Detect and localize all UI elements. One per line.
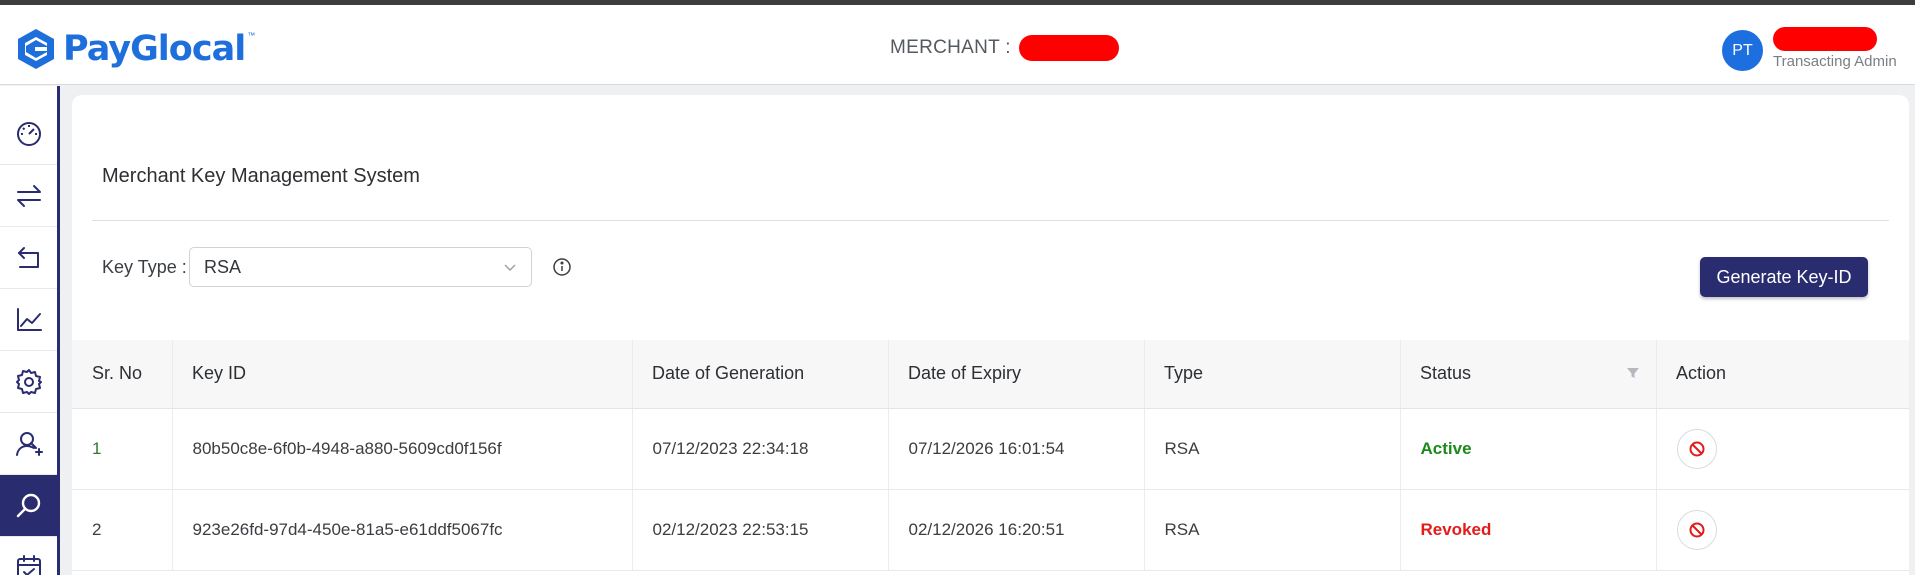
- cell-action: [1655, 408, 1909, 490]
- user-management-icon: [15, 431, 43, 456]
- avatar[interactable]: PT: [1722, 30, 1763, 71]
- sidebar-item-refunds[interactable]: [0, 227, 57, 289]
- column-header-key-id: Key ID: [172, 340, 632, 409]
- key-type-label: Key Type :: [102, 257, 187, 277]
- brand-name: PayGlocal: [63, 29, 246, 69]
- column-header-action: Action: [1656, 340, 1909, 409]
- merchant-indicator: MERCHANT :: [890, 35, 1119, 61]
- settings-gear-icon: [15, 368, 42, 395]
- column-header-date-of-expiry: Date of Expiry: [888, 340, 1144, 409]
- payglocal-logo-icon: [18, 29, 54, 69]
- column-header-sr-no: Sr. No: [72, 340, 172, 409]
- filter-icon[interactable]: [1626, 366, 1640, 380]
- brand-trademark: ™: [247, 31, 256, 40]
- cell-sr-no: 2: [72, 489, 172, 571]
- sidebar-item-dashboard[interactable]: [0, 103, 57, 165]
- cell-key-id: 923e26fd-97d4-450e-81a5-e61ddf5067fc: [171, 489, 632, 571]
- dashboard-gauge-icon: [16, 121, 41, 146]
- cell-type: RSA: [1143, 489, 1400, 571]
- merchant-label: MERCHANT :: [890, 37, 1011, 58]
- title-divider: [92, 220, 1889, 221]
- cell-date-of-generation: 07/12/2023 22:34:18: [631, 408, 888, 490]
- cell-action: [1655, 489, 1909, 571]
- info-icon[interactable]: [552, 257, 572, 277]
- user-info: Transacting Admin: [1773, 27, 1897, 70]
- keys-table: Sr. No Key ID Date of Generation Date of…: [72, 340, 1909, 571]
- analytics-chart-icon: [16, 307, 42, 331]
- cell-sr-no: 1: [72, 408, 172, 490]
- user-name-redaction: [1773, 27, 1877, 51]
- cell-date-of-generation: 02/12/2023 22:53:15: [631, 489, 888, 571]
- block-icon: [1689, 441, 1704, 456]
- cell-date-of-expiry: 02/12/2026 16:20:51: [887, 489, 1144, 571]
- status-header-label: Status: [1420, 363, 1472, 384]
- sidebar-item-transactions[interactable]: [0, 165, 57, 227]
- user-profile[interactable]: PT Transacting Admin: [1722, 27, 1897, 71]
- generate-key-id-button[interactable]: Generate Key-ID: [1700, 257, 1868, 297]
- cell-date-of-expiry: 07/12/2026 16:01:54: [887, 408, 1144, 490]
- column-header-type: Type: [1144, 340, 1400, 409]
- app-header: PayGlocal ™ MERCHANT : PT Transacting Ad…: [0, 5, 1915, 85]
- sidebar-item-settings[interactable]: [0, 351, 57, 413]
- merchant-name-redaction: [1018, 35, 1119, 61]
- chevron-down-icon: [504, 264, 516, 271]
- cell-key-id: 80b50c8e-6f0b-4948-a880-5609cd0f156f: [171, 408, 632, 490]
- page-title: Merchant Key Management System: [102, 165, 420, 187]
- sidebar-item-search[interactable]: [0, 475, 57, 537]
- cell-status: Active: [1399, 408, 1656, 490]
- refund-return-icon: [17, 246, 39, 268]
- sidebar: [0, 86, 60, 575]
- cell-type: RSA: [1143, 408, 1400, 490]
- status-badge: Revoked: [1420, 519, 1492, 539]
- table-row: 1 80b50c8e-6f0b-4948-a880-5609cd0f156f 0…: [72, 408, 1909, 490]
- table-header-row: Sr. No Key ID Date of Generation Date of…: [72, 340, 1909, 409]
- revoke-key-button[interactable]: [1676, 428, 1717, 469]
- sidebar-item-analytics[interactable]: [0, 289, 57, 351]
- key-management-panel: Merchant Key Management System Key Type …: [72, 95, 1909, 575]
- revoke-key-button[interactable]: [1676, 509, 1717, 550]
- transactions-arrows-icon: [16, 184, 41, 207]
- search-icon: [16, 493, 40, 517]
- key-type-select[interactable]: RSA: [189, 247, 532, 287]
- status-badge: Active: [1420, 438, 1472, 458]
- key-type-selected-value: RSA: [204, 256, 242, 277]
- user-role: Transacting Admin: [1773, 53, 1897, 70]
- payglocal-logo[interactable]: PayGlocal ™: [16, 27, 255, 71]
- table-row: 2 923e26fd-97d4-450e-81a5-e61ddf5067fc 0…: [72, 489, 1909, 571]
- sidebar-item-calendar[interactable]: [0, 537, 57, 575]
- cell-status: Revoked: [1399, 489, 1656, 571]
- calendar-check-icon: [16, 555, 41, 575]
- block-icon: [1689, 522, 1704, 537]
- sidebar-item-users[interactable]: [0, 413, 57, 475]
- column-header-date-of-generation: Date of Generation: [632, 340, 888, 409]
- column-header-status: Status: [1400, 340, 1656, 409]
